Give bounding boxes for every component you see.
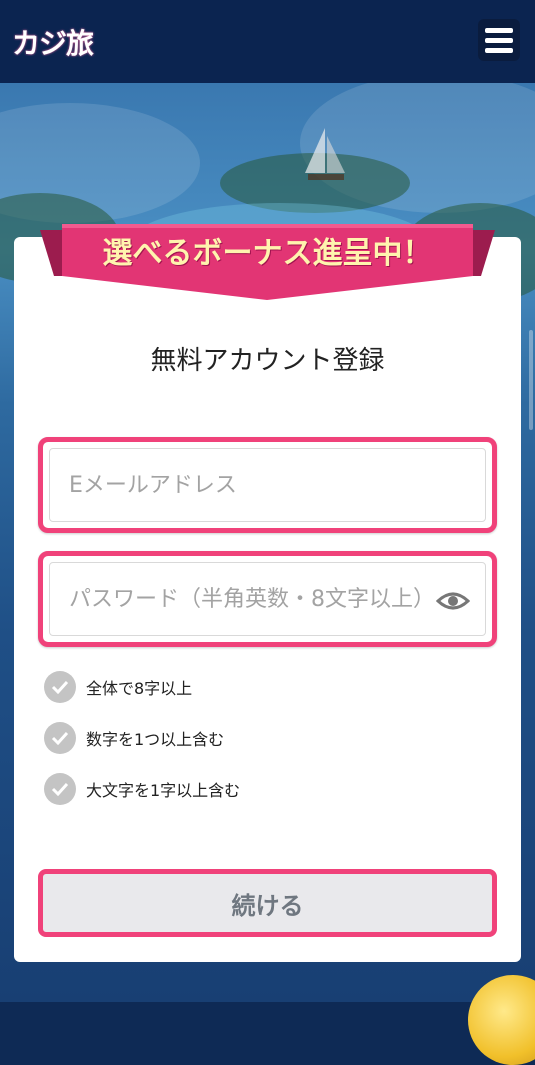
rule-label: 全体で8字以上 [86,679,193,698]
hamburger-menu-icon-bar [485,27,513,33]
continue-button[interactable]: 続ける [38,869,497,937]
password-rule-length: 全体で8字以上 [44,670,192,704]
password-field[interactable] [38,551,497,647]
logo-text: カジ旅 [12,27,94,60]
site-logo[interactable]: カジ旅 [12,22,94,62]
check-icon [44,773,76,805]
ribbon-title: 選べるボーナス進呈中！ [102,236,433,271]
check-icon [44,722,76,754]
rule-label: 数字を1つ以上含む [86,730,225,749]
sailboat-icon [305,128,345,180]
password-input[interactable] [67,586,441,613]
form-title: 無料アカウント登録 [150,346,385,376]
hamburger-menu-icon-bar [485,37,513,43]
hamburger-menu-icon-bar [485,47,513,53]
password-rule-number: 数字を1つ以上含む [44,721,224,755]
bonus-ribbon: 選べるボーナス進呈中！ [40,224,495,304]
password-rule-uppercase: 大文字を1字以上含む [44,772,240,806]
scrollbar[interactable] [529,330,533,430]
eye-icon[interactable] [436,590,470,612]
top-header: カジ旅 [0,0,535,83]
email-field[interactable] [38,437,497,533]
check-icon [44,671,76,703]
rule-label: 大文字を1字以上含む [86,781,241,800]
email-input[interactable] [67,472,451,499]
hamburger-menu-button[interactable] [478,19,520,61]
